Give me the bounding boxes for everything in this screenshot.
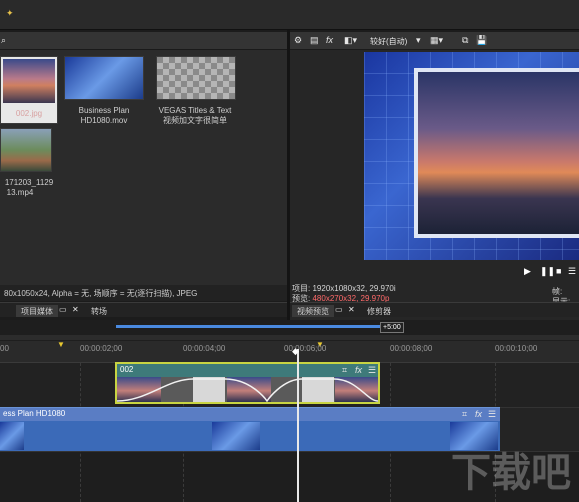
- tab-transitions[interactable]: 转场: [86, 305, 112, 317]
- clip-name: 002: [120, 365, 134, 374]
- play-icon[interactable]: ▶: [524, 266, 531, 277]
- close-icon[interactable]: ✕: [72, 305, 79, 314]
- media-item-name-line2: 视频加文字很简单: [163, 116, 227, 125]
- preview-photo: [418, 72, 579, 234]
- watermark-text: 下载吧: [451, 450, 571, 496]
- fx-icon[interactable]: fx: [475, 409, 482, 419]
- fade-envelope[interactable]: [117, 377, 378, 402]
- ruler-tick-label: 00:00:02;00: [80, 344, 123, 353]
- menu-icon[interactable]: ☰: [568, 266, 576, 277]
- media-item[interactable]: 002.jpg: [0, 56, 58, 124]
- fx-icon[interactable]: fx: [355, 365, 362, 375]
- preview-toolbar: ⚙ ▤ fx ◧▾ 较好(自动) ▾ ▦▾ ⧉ 💾: [290, 32, 579, 50]
- project-value: 1920x1080x32, 29.970i: [312, 284, 396, 293]
- menu-icon[interactable]: ☰: [488, 409, 496, 420]
- clip-header: 002: [117, 364, 378, 377]
- media-thumbnail: [0, 128, 52, 172]
- playhead-handle-icon[interactable]: ◆: [292, 346, 299, 357]
- left-tabbar: 项目媒体 ▭ ✕ 转场: [0, 302, 287, 317]
- crop-icon[interactable]: ⌗: [342, 365, 347, 376]
- timeline-scroll-track[interactable]: [0, 335, 579, 340]
- media-toolbar: ⌕: [0, 32, 287, 50]
- search-icon[interactable]: ⌕: [1, 35, 6, 46]
- timeline-clip-video[interactable]: ess Plan HD1080 ⌗ fx ☰: [0, 407, 500, 451]
- ruler-tick-label: 00:00:08;00: [390, 344, 433, 353]
- split-screen-icon[interactable]: ◧▾: [344, 35, 357, 46]
- media-thumbnail: [64, 56, 144, 100]
- ruler-tick-label: 00:00:04;00: [183, 344, 226, 353]
- save-frame-icon[interactable]: 💾: [476, 35, 487, 46]
- clip-thumbnail: [0, 422, 24, 450]
- crop-icon[interactable]: ⌗: [462, 409, 467, 420]
- media-item-name-line2: HD1080.mov: [80, 116, 128, 125]
- right-tabbar: 视频预览 ▭ ✕ 修剪器: [290, 302, 579, 317]
- clip-name: ess Plan HD1080: [3, 409, 66, 418]
- media-item-name: 171203_1129: [4, 178, 54, 187]
- preview-panel: 项目: 1920x1080x32, 29.970i 预览: 480x270x32…: [290, 50, 579, 320]
- media-item-name: VEGAS Titles & Text: [158, 106, 232, 115]
- device-icon[interactable]: ▤: [310, 35, 319, 46]
- stop-icon[interactable]: ■: [556, 266, 561, 276]
- loop-region-bar[interactable]: [116, 325, 380, 328]
- playhead[interactable]: [297, 349, 299, 502]
- video-preview: [364, 52, 579, 260]
- media-panel: 002.jpg Business Plan HD1080.mov VEGAS T…: [0, 50, 287, 285]
- media-item-name: 002.jpg: [15, 109, 43, 118]
- grid-icon[interactable]: ▦▾: [430, 35, 443, 46]
- menu-icon[interactable]: ☰: [368, 365, 376, 376]
- tab-video-preview[interactable]: 视频预览: [292, 305, 334, 317]
- region-start-marker[interactable]: ▼: [57, 340, 65, 349]
- pause-icon[interactable]: ❚❚: [540, 266, 555, 277]
- ruler-tick-label: 00:00:06;00: [284, 344, 327, 353]
- preview-quality-dropdown[interactable]: 较好(自动): [370, 36, 407, 47]
- preview-info: 项目: 1920x1080x32, 29.970i 预览: 480x270x32…: [292, 284, 522, 304]
- window-icon[interactable]: ▭: [335, 305, 343, 314]
- media-item-name: Business Plan: [78, 106, 130, 115]
- media-item[interactable]: 171203_1129 13.mp4: [0, 128, 58, 198]
- top-toolbar: ✦: [0, 0, 579, 30]
- window-icon[interactable]: ▭: [59, 305, 67, 314]
- ruler-tick-label: 00: [0, 344, 9, 353]
- media-thumbnail: [156, 56, 236, 100]
- media-item[interactable]: VEGAS Titles & Text 视频加文字很简单: [150, 56, 240, 126]
- timeline-clip-image[interactable]: 002 ⌗ fx ☰: [115, 362, 380, 404]
- close-icon[interactable]: ✕: [348, 305, 355, 314]
- tab-trimmer[interactable]: 修剪器: [362, 305, 396, 317]
- project-label: 项目:: [292, 284, 311, 293]
- media-thumbnail: [3, 59, 55, 103]
- clip-thumbnail: [212, 422, 260, 450]
- chevron-down-icon[interactable]: ▾: [416, 35, 421, 46]
- media-item[interactable]: Business Plan HD1080.mov: [64, 56, 146, 126]
- gear-icon[interactable]: ⚙: [294, 35, 302, 46]
- copy-frame-icon[interactable]: ⧉: [462, 35, 468, 46]
- media-item-name-line2: 13.mp4: [6, 188, 34, 197]
- media-status-bar: 80x1050x24, Alpha = 无, 场顺序 = 无(逐行扫描), JP…: [0, 285, 287, 301]
- ruler-tick-label: 00:00:10;00: [495, 344, 538, 353]
- fx-icon[interactable]: fx: [326, 35, 333, 45]
- magic-wand-icon[interactable]: ✦: [6, 8, 14, 19]
- clip-header: ess Plan HD1080: [0, 408, 500, 421]
- playback-controls: ▶ ❚❚ ■ ☰: [522, 266, 579, 278]
- loop-end-marker: +5:00: [380, 322, 404, 333]
- tab-project-media[interactable]: 项目媒体: [16, 305, 58, 317]
